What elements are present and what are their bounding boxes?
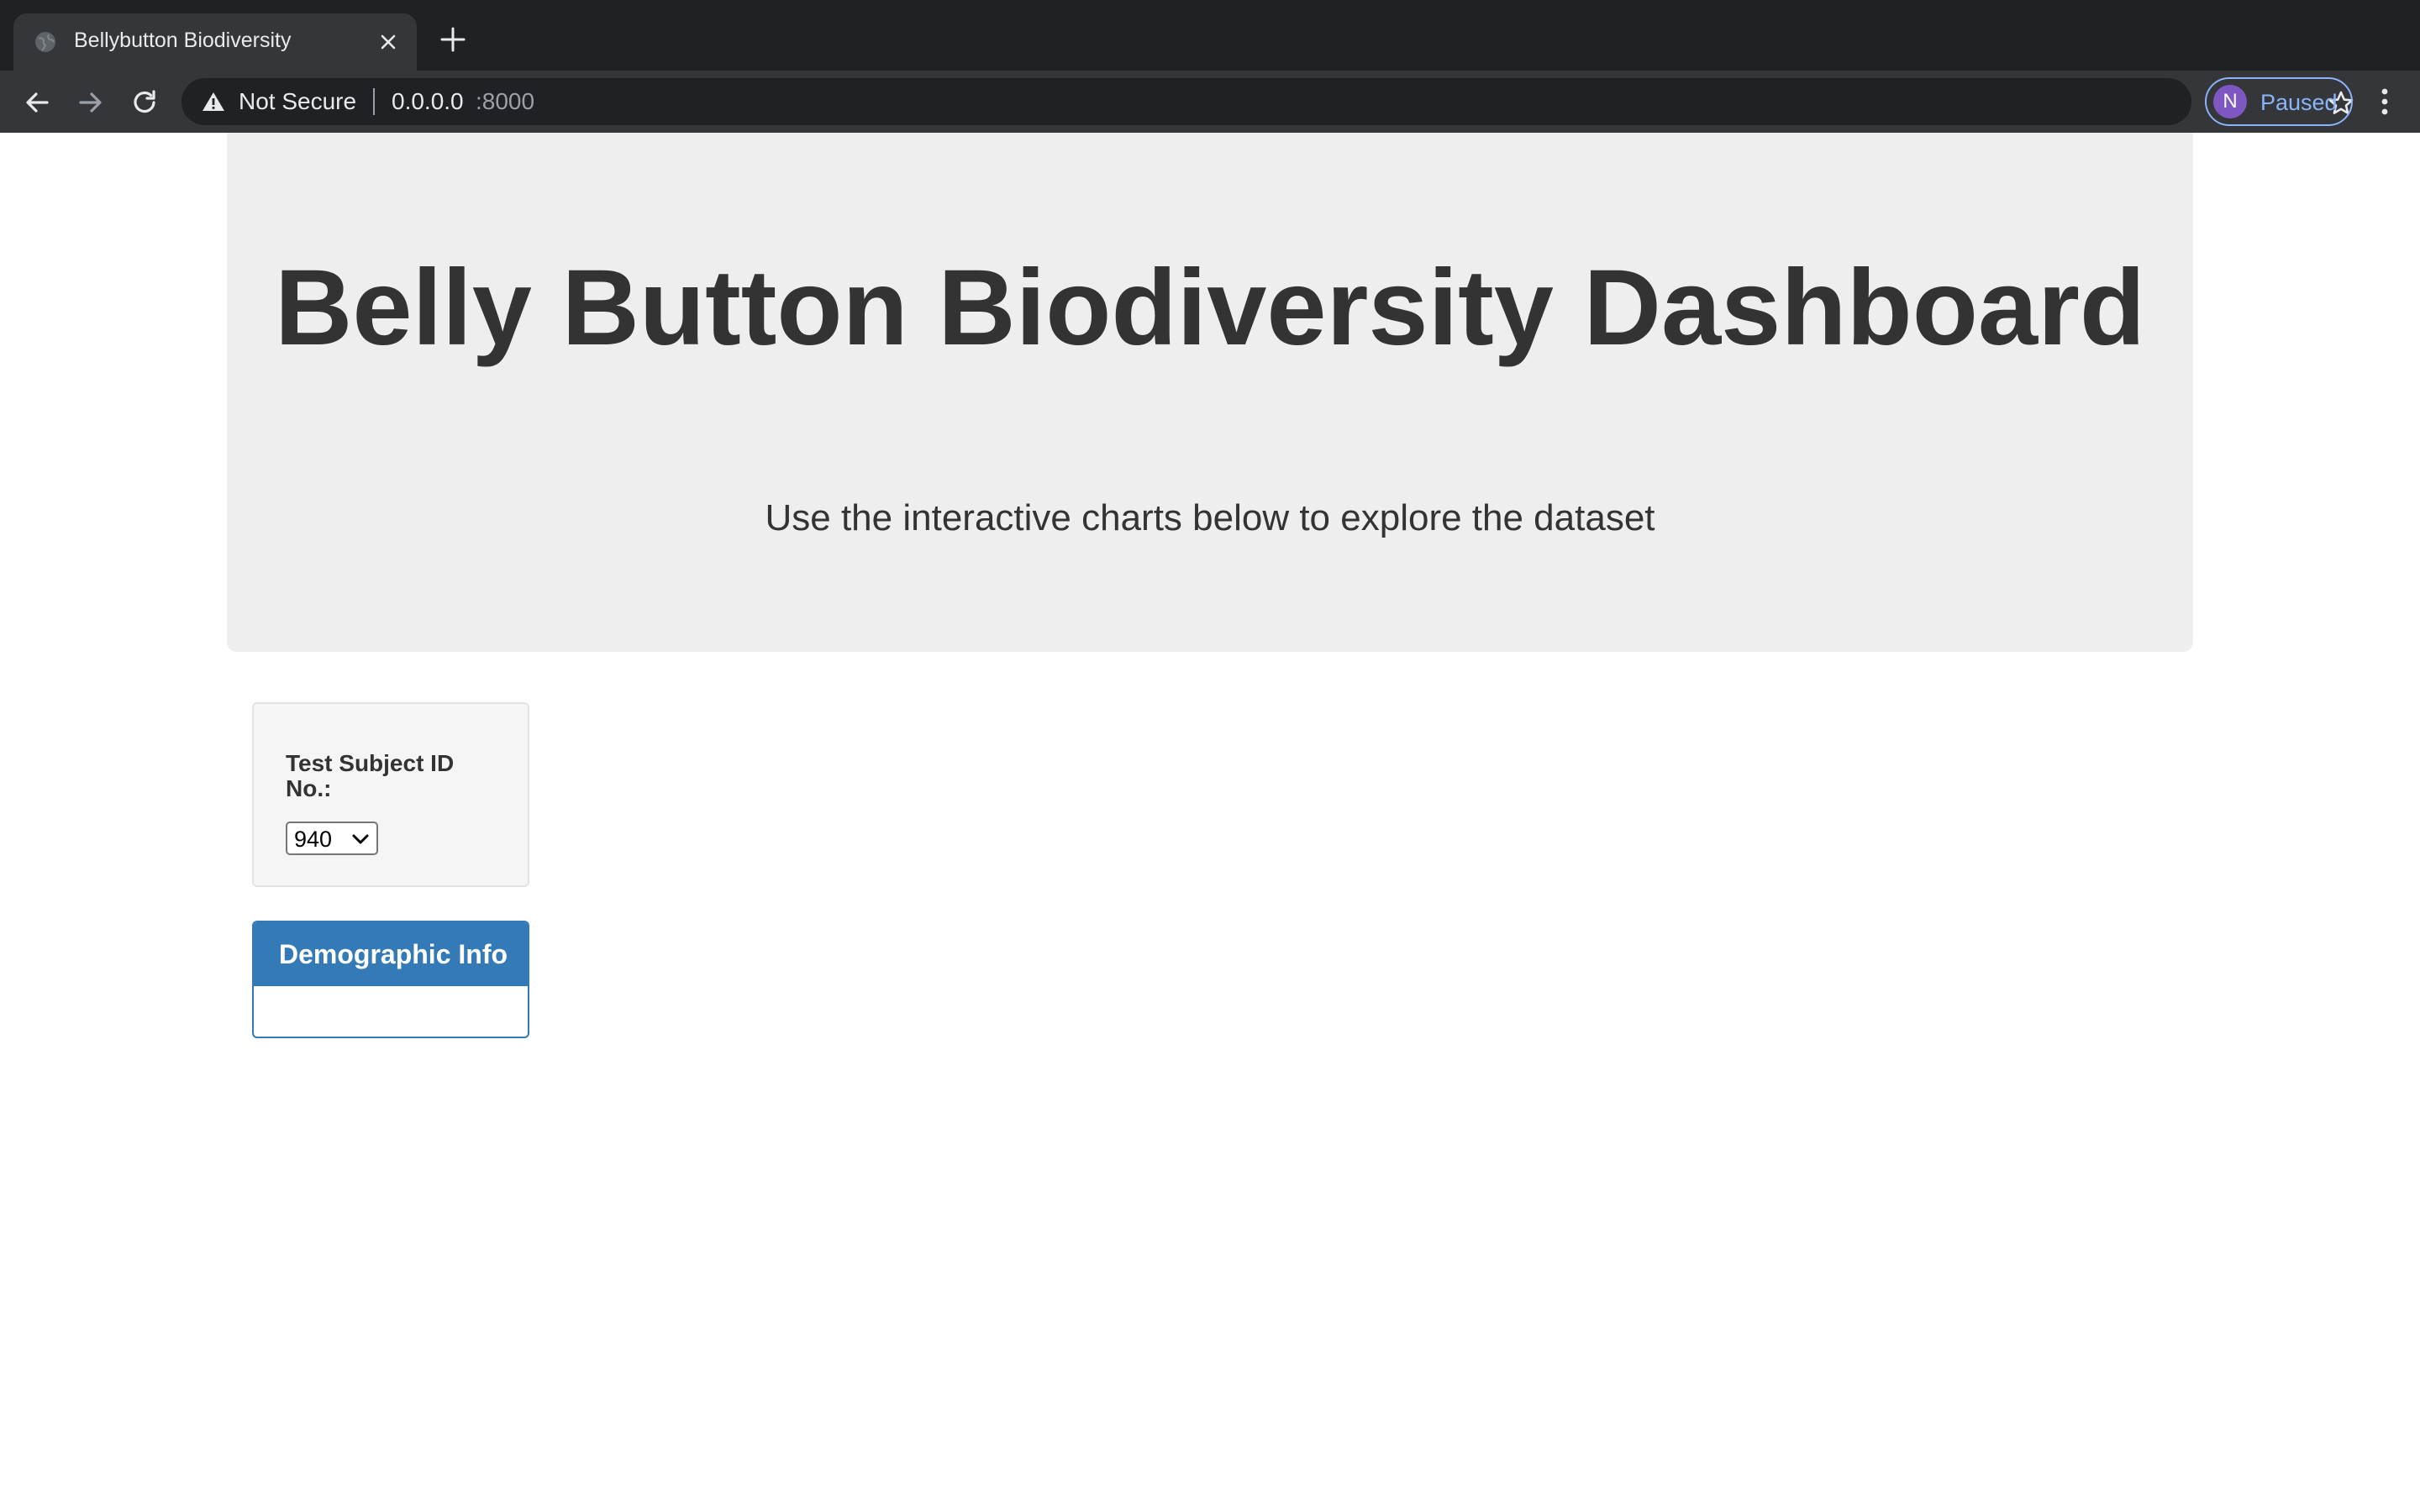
subject-id-select[interactable]: 940 <box>286 822 378 855</box>
omnibox-divider <box>373 88 375 115</box>
globe-icon <box>35 32 55 52</box>
profile-button[interactable]: N Paused <box>2205 77 2353 126</box>
browser-tab[interactable]: Bellybutton Biodiversity <box>13 13 417 71</box>
browser-tab-strip: Bellybutton Biodiversity <box>0 0 2420 71</box>
arrow-left-icon[interactable] <box>22 87 52 118</box>
subject-id-label: Test Subject ID No.: <box>286 750 455 801</box>
url-port: :8000 <box>476 88 535 114</box>
subject-selector-well: Test Subject ID No.: 940 <box>252 702 529 887</box>
plus-icon[interactable] <box>439 25 467 54</box>
panel-heading: Demographic Info <box>254 922 528 986</box>
avatar: N <box>2213 85 2247 118</box>
reload-icon[interactable] <box>129 87 160 118</box>
address-bar[interactable]: Not Secure 0.0.0.0 :8000 <box>182 78 2354 125</box>
tab-title: Bellybutton Biodiversity <box>74 29 292 52</box>
close-icon[interactable] <box>376 30 400 54</box>
jumbotron: Belly Button Biodiversity Dashboard Use … <box>227 133 2193 652</box>
page-title: Belly Button Biodiversity Dashboard <box>274 248 2146 368</box>
subject-id-selected-value: 940 <box>294 827 333 852</box>
page-viewport: Belly Button Biodiversity Dashboard Use … <box>0 133 2420 1512</box>
demographic-info-body <box>254 986 528 1037</box>
chevron-down-icon <box>352 834 369 844</box>
profile-status: Paused <box>2260 90 2338 115</box>
url-host: 0.0.0.0 <box>392 88 464 114</box>
kebab-menu-icon[interactable] <box>2370 86 2400 118</box>
demographic-info-panel: Demographic Info <box>252 921 529 1038</box>
browser-toolbar: Not Secure 0.0.0.0 :8000 N Paused <box>0 71 2420 133</box>
warning-triangle-icon[interactable] <box>202 91 225 113</box>
panel-title: Demographic Info <box>279 939 508 969</box>
security-status-label[interactable]: Not Secure <box>239 88 356 115</box>
arrow-right-icon[interactable] <box>76 87 106 118</box>
page-subtitle: Use the interactive charts below to expl… <box>765 497 1655 538</box>
